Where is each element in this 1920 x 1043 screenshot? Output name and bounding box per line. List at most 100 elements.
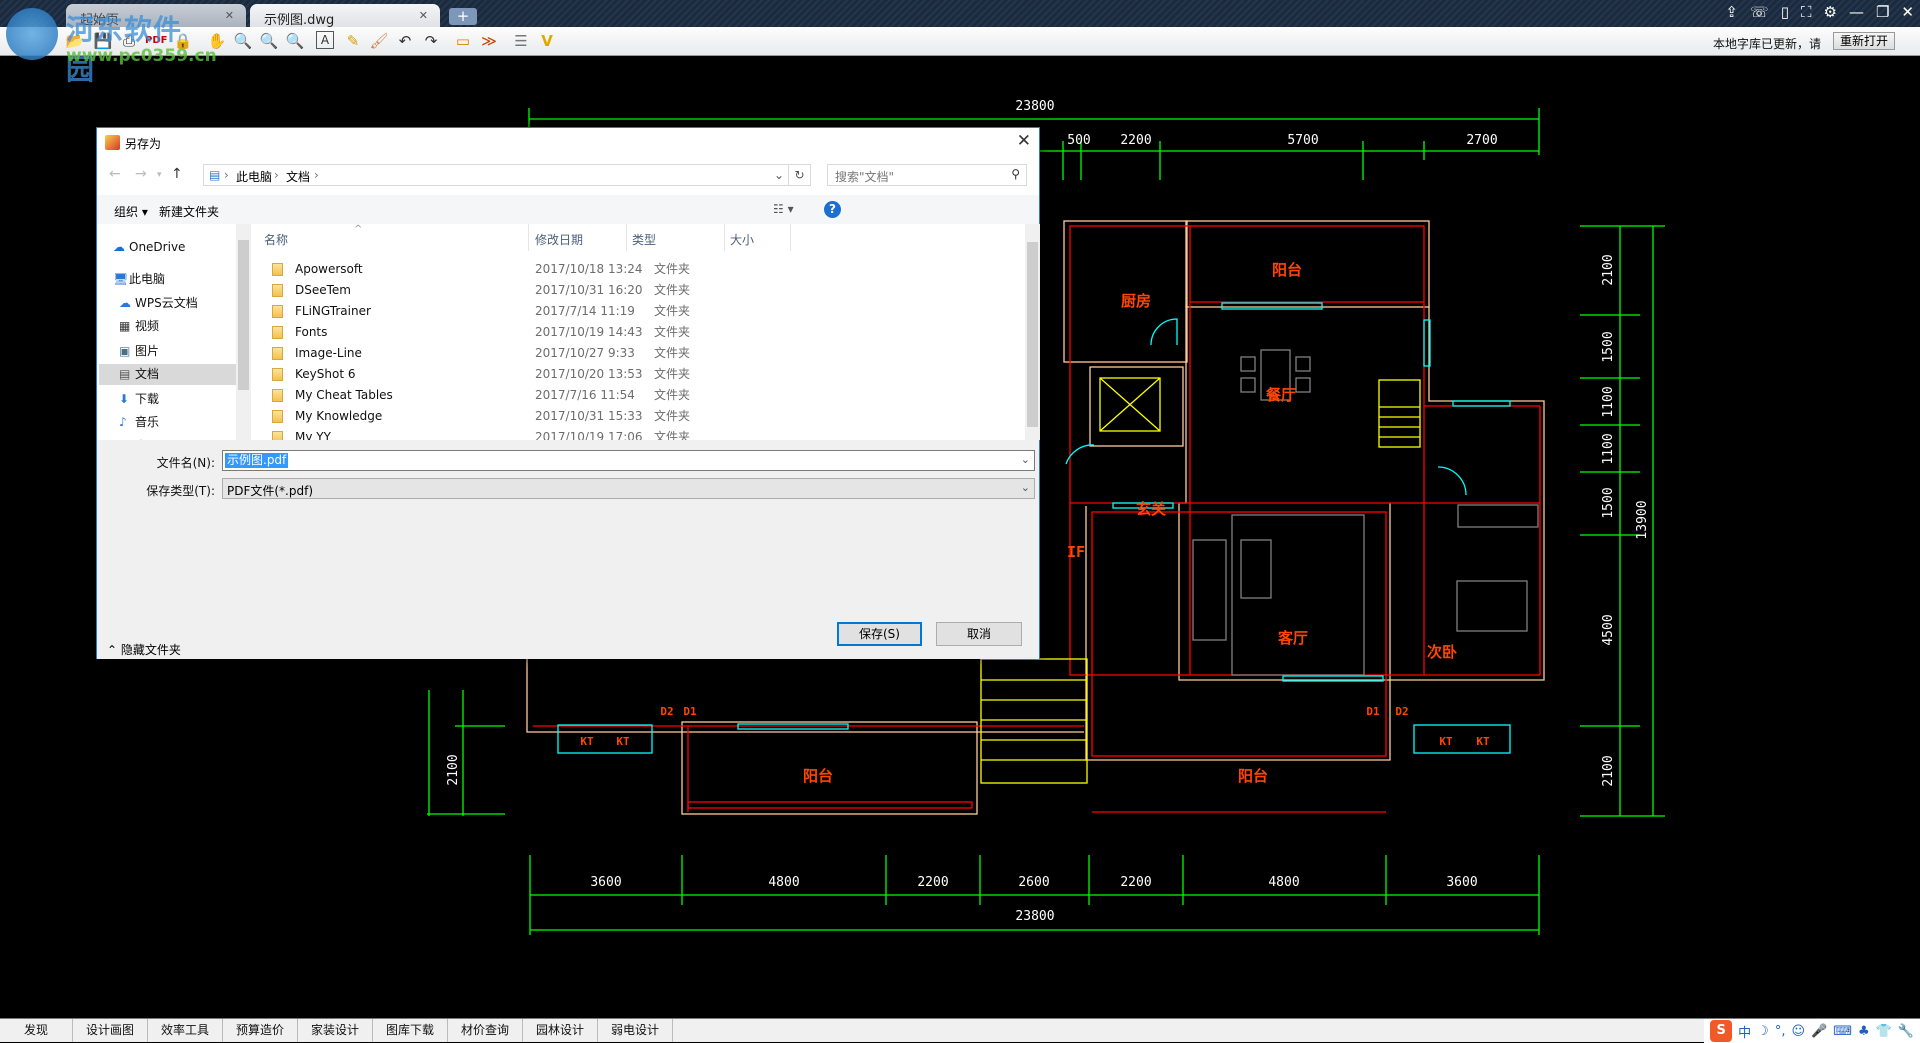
nav-scrollbar[interactable] — [236, 224, 251, 440]
new-tab-button[interactable]: + — [449, 8, 477, 25]
pencil-icon[interactable]: ✎ — [342, 31, 364, 51]
filename-input[interactable]: 示例图.pdf ⌄ — [222, 450, 1035, 471]
tray-icon[interactable]: ♣ — [1858, 1024, 1870, 1039]
bottom-bar-item[interactable]: 园林设计 — [523, 1019, 598, 1042]
mobile-icon[interactable]: ▯ — [1781, 3, 1789, 21]
cancel-button[interactable]: 取消 — [936, 622, 1022, 646]
close-icon[interactable]: ✕ — [1017, 131, 1031, 151]
file-row[interactable]: Fonts 2017/10/19 14:43 文件夹 — [252, 322, 1025, 343]
tray-icon[interactable]: °, — [1775, 1024, 1786, 1039]
layers-icon[interactable]: ☰ — [510, 31, 532, 51]
file-row[interactable]: My YY 2017/10/19 17:06 文件夹 — [252, 427, 1025, 440]
file-list-scrollbar[interactable] — [1025, 224, 1040, 440]
search-input[interactable]: 搜索"文档" ⚲ — [827, 164, 1027, 186]
measure-area-icon[interactable]: ≫ — [478, 31, 500, 51]
search-icon[interactable]: ⚲ — [1011, 167, 1020, 181]
bottom-bar-item[interactable]: 家装设计 — [298, 1019, 373, 1042]
tray-icon[interactable]: ⌨ — [1833, 1024, 1852, 1039]
breadcrumb-documents[interactable]: 文档 — [286, 168, 310, 185]
column-date[interactable]: 修改日期 — [535, 231, 583, 251]
recent-locations-icon[interactable]: ▾ — [157, 170, 162, 180]
close-tab-icon[interactable]: ✕ — [225, 9, 234, 22]
reopen-button[interactable]: 重新打开 — [1833, 32, 1895, 50]
close-tab-icon[interactable]: ✕ — [419, 9, 428, 22]
nav-item[interactable]: ☁ OneDrive — [99, 237, 236, 258]
column-divider[interactable] — [528, 224, 529, 251]
column-divider[interactable] — [724, 224, 725, 251]
file-row[interactable]: Image-Line 2017/10/27 9:33 文件夹 — [252, 343, 1025, 364]
file-row[interactable]: FLiNGTrainer 2017/7/14 11:19 文件夹 — [252, 301, 1025, 322]
nav-item[interactable]: ▣ 图片 — [99, 341, 236, 362]
gear-icon[interactable]: ⚙ — [1824, 3, 1837, 21]
export-pdf-icon[interactable]: PDF — [145, 31, 167, 51]
tab-start-page[interactable]: 起始页 ✕ — [66, 4, 246, 28]
tray-icon[interactable]: S — [1710, 1020, 1733, 1042]
measure-icon[interactable]: ▭ — [452, 31, 474, 51]
pan-icon[interactable]: ✋ — [206, 31, 228, 51]
undo-icon[interactable]: ↶ — [394, 31, 416, 51]
breadcrumb-this-pc[interactable]: 此电脑 — [236, 168, 272, 185]
bottom-bar-item[interactable]: 材价查询 — [448, 1019, 523, 1042]
chevron-down-icon[interactable]: ⌄ — [1021, 481, 1030, 494]
column-type[interactable]: 类型 — [632, 231, 656, 251]
column-size[interactable]: 大小 — [730, 231, 754, 251]
restore-icon[interactable]: ❐ — [1876, 3, 1889, 21]
scrollbar-thumb[interactable] — [1027, 242, 1038, 427]
tray-icon[interactable]: ☺ — [1791, 1024, 1805, 1039]
forward-arrow-icon[interactable]: → — [135, 166, 147, 182]
nav-item[interactable]: ▤ 文档 — [99, 364, 236, 386]
column-divider[interactable] — [790, 224, 791, 251]
nav-item[interactable]: ▦ 视频 — [99, 316, 236, 337]
wechat-icon[interactable]: ☏ — [1750, 3, 1769, 21]
share-icon[interactable]: ⇪ — [1725, 3, 1738, 21]
chevron-down-icon[interactable]: ⌄ — [1021, 453, 1030, 466]
bottom-bar-item[interactable]: 发现 — [0, 1019, 73, 1042]
bottom-bar-item[interactable]: 图库下载 — [373, 1019, 448, 1042]
tray-icon[interactable]: 🎤 — [1811, 1024, 1827, 1039]
up-arrow-icon[interactable]: ↑ — [171, 166, 183, 182]
organize-button[interactable]: 组织 ▾ — [114, 203, 148, 220]
hide-folders-toggle[interactable]: ⌃ 隐藏文件夹 — [107, 641, 181, 658]
chevron-down-icon[interactable]: ⌄ — [774, 168, 784, 182]
nav-item[interactable]: 🖥 此电脑 — [99, 269, 236, 290]
fullscreen-icon[interactable]: ⛶ — [1801, 3, 1812, 21]
bottom-bar-item[interactable]: 预算造价 — [223, 1019, 298, 1042]
help-icon[interactable]: ? — [824, 201, 841, 218]
tray-icon[interactable]: 中 — [1738, 1022, 1751, 1041]
refresh-icon[interactable]: ↻ — [788, 165, 810, 185]
file-row[interactable]: My Cheat Tables 2017/7/16 11:54 文件夹 — [252, 385, 1025, 406]
zoom-window-icon[interactable]: 🔍 — [258, 31, 280, 51]
zoom-realtime-icon[interactable]: 🔍 — [232, 31, 254, 51]
zoom-previous-icon[interactable]: 🔍 — [284, 31, 306, 51]
column-divider[interactable] — [626, 224, 627, 251]
redo-icon[interactable]: ↷ — [420, 31, 442, 51]
open-folder-icon[interactable]: 📂 — [64, 31, 86, 51]
vip-icon[interactable]: V — [536, 31, 558, 51]
save-icon[interactable]: 💾 — [92, 31, 114, 51]
print-icon[interactable]: ⎙ — [118, 31, 140, 51]
dialog-title-bar[interactable]: 另存为 ✕ — [97, 128, 1039, 156]
file-row[interactable]: Apowersoft 2017/10/18 13:24 文件夹 — [252, 259, 1025, 280]
back-arrow-icon[interactable]: ← — [109, 166, 121, 182]
tab-drawing[interactable]: 示例图.dwg ✕ — [250, 4, 440, 28]
file-row[interactable]: My Knowledge 2017/10/31 15:33 文件夹 — [252, 406, 1025, 427]
bottom-bar-item[interactable]: 设计画图 — [73, 1019, 148, 1042]
bottom-bar-item[interactable]: 弱电设计 — [598, 1019, 673, 1042]
lock-icon[interactable]: 🔒 — [172, 31, 194, 51]
file-row[interactable]: KeyShot 6 2017/10/20 13:53 文件夹 — [252, 364, 1025, 385]
address-bar[interactable]: ▤ › 此电脑 › 文档 › ⌄ ↻ — [203, 164, 811, 186]
file-row[interactable]: DSeeTem 2017/10/31 16:20 文件夹 — [252, 280, 1025, 301]
nav-item[interactable]: ⬇ 下载 — [99, 389, 236, 410]
close-icon[interactable]: ✕ — [1901, 3, 1914, 21]
nav-item[interactable]: ☁ WPS云文档 — [99, 293, 236, 314]
brush-icon[interactable]: 🖌 — [368, 31, 390, 51]
tray-icon[interactable]: ☽ — [1757, 1024, 1769, 1039]
text-icon[interactable]: A — [316, 31, 334, 49]
tray-icon[interactable]: 👕 — [1876, 1024, 1892, 1039]
bottom-bar-item[interactable]: 效率工具 — [148, 1019, 223, 1042]
save-button[interactable]: 保存(S) — [837, 622, 922, 646]
filetype-select[interactable]: PDF文件(*.pdf) ⌄ — [222, 478, 1035, 499]
nav-item[interactable]: ★快速访问 — [99, 224, 236, 226]
scrollbar-thumb[interactable] — [238, 240, 249, 390]
tray-icon[interactable]: 🔧 — [1898, 1024, 1914, 1039]
